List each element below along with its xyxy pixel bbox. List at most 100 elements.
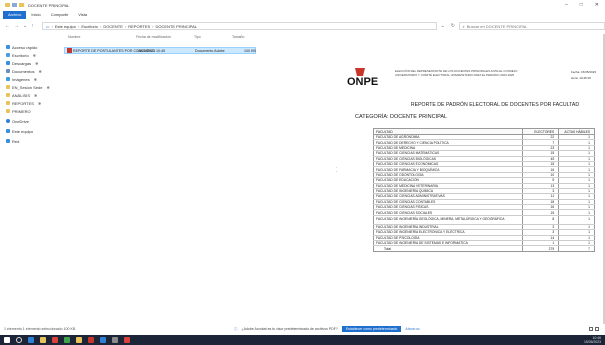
quick-access-toolbar	[5, 3, 24, 7]
search-taskbar-icon[interactable]	[16, 337, 22, 343]
breadcrumb-docente[interactable]: DOCENTE	[103, 24, 123, 29]
sidebar-item-documentos[interactable]: Documentos ✱	[6, 68, 42, 74]
nav-buttons: ← → ⌄ ↑	[0, 23, 34, 29]
taskbar-app-icon[interactable]	[100, 337, 106, 343]
folder-icon	[6, 101, 10, 105]
address-tools: ⌄ ↻	[437, 23, 458, 29]
notification-text: ¿Adobe Acrobat es tu visor predeterminad…	[241, 327, 338, 331]
taskbar-app-icon[interactable]	[64, 337, 70, 343]
tab-vista[interactable]: Vista	[73, 11, 92, 19]
pin-icon[interactable]: ✱	[34, 93, 37, 98]
view-toggle	[589, 327, 599, 331]
breadcrumb-este-equipo[interactable]: Este equipo	[55, 24, 76, 29]
sidebar-item-onedrive[interactable]: OneDrive	[6, 118, 29, 124]
folder-icon[interactable]	[5, 3, 10, 7]
not-now-link[interactable]: Ahora no	[405, 327, 419, 331]
download-icon	[6, 61, 10, 65]
navigation-pane: Acceso rápido Escritorio ✱ Descargas ✱ D…	[0, 34, 62, 324]
search-placeholder: Buscar en DOCENTE PRINCIPAL	[466, 23, 528, 29]
taskbar-app-icon[interactable]	[88, 337, 94, 343]
sidebar-item-acceso-rapido[interactable]: Acceso rápido	[6, 44, 37, 50]
pin-icon[interactable]: ✱	[38, 69, 41, 74]
pin-icon[interactable]: ✱	[35, 61, 38, 66]
search-input[interactable]: ⌕ Buscar en DOCENTE PRINCIPAL	[458, 22, 605, 30]
refresh-icon[interactable]: ↻	[451, 23, 455, 29]
breadcrumb-escritorio[interactable]: Escritorio	[81, 24, 98, 29]
sidebar-item-label: Este equipo	[12, 128, 34, 134]
sidebar-item-label: Red	[12, 138, 20, 144]
image-icon	[6, 77, 10, 81]
sidebar-item-descargas[interactable]: Descargas ✱	[6, 60, 38, 66]
sidebar-item-label: Descargas	[12, 60, 32, 66]
column-header-fecha[interactable]: Fecha de modificación	[136, 35, 171, 41]
sidebar-item-escritorio[interactable]: Escritorio ✱	[6, 52, 36, 58]
tab-archivo[interactable]: Archivo	[3, 11, 27, 19]
report-title: REPORTE DE PADRÓN ELECTORAL DE DOCENTES …	[410, 102, 580, 108]
sidebar-item-label: ANÁLISIS	[12, 92, 31, 98]
sidebar-item-label: OneDrive	[12, 118, 29, 124]
tab-inicio[interactable]: Inicio	[26, 11, 45, 19]
column-header-tipo[interactable]: Tipo	[194, 35, 201, 41]
sidebar-item-imagenes[interactable]: Imágenes ✱	[6, 76, 37, 82]
table-row: FACULTAD DE INGENIERÍA GEOLÓGICA, MINERA…	[372, 215, 595, 225]
default-pdf-notification: ⓘ ¿Adobe Acrobat es tu visor predetermin…	[234, 326, 420, 332]
properties-icon[interactable]	[12, 3, 17, 7]
taskbar-app-icon[interactable]	[124, 337, 130, 343]
sidebar-item-primero[interactable]: PRIMERO	[6, 108, 31, 114]
column-header-nombre[interactable]: Nombre	[68, 35, 80, 41]
sidebar-item-reportes[interactable]: REPORTES ✱	[6, 100, 41, 106]
system-tray-clock[interactable]: 10:46 15/05/2023	[584, 336, 601, 344]
file-explorer-window: DOCENTE PRINCIPAL – □ ✕ Archivo Inicio C…	[0, 0, 605, 345]
taskbar-app-icon[interactable]	[112, 337, 118, 343]
recent-chevron-icon[interactable]: ⌄	[23, 23, 27, 29]
ballot-box-icon	[355, 68, 365, 76]
address-bar[interactable]: ▭ › Este equipo › Escritorio › DOCENTE ›…	[41, 22, 438, 30]
tab-compartir[interactable]: Compartir	[46, 11, 74, 19]
set-default-button[interactable]: Establecer como predeterminado	[341, 326, 402, 332]
breadcrumb-docente-principal[interactable]: DOCENTE PRINCIPAL	[156, 24, 198, 29]
file-list: Nombre Fecha de modificación Tipo Tamaño…	[62, 34, 342, 324]
column-header-tamano[interactable]: Tamaño	[232, 35, 244, 41]
close-button[interactable]: ✕	[595, 2, 599, 8]
large-icons-view-icon[interactable]	[595, 327, 599, 331]
pin-icon[interactable]: ✱	[34, 77, 37, 82]
cloud-icon	[6, 119, 10, 123]
report-table: FACULTAD ELECTORES ACTAS HÁBILES FACULTA…	[372, 128, 595, 252]
start-icon[interactable]	[4, 337, 10, 343]
pc-icon: ▭	[45, 23, 50, 29]
search-icon: ⌕	[462, 23, 465, 29]
faculty-cell: FACULTAD DE INGENIERÍA GEOLÓGICA, MINERA…	[372, 215, 524, 225]
sidebar-item-en-sesion-sede[interactable]: EN_Sesión Sede ✱	[6, 84, 50, 90]
pdf-page-preview: ONPE ELECCIÓN DEL REPRESENTANTE DE LOS D…	[345, 48, 597, 318]
taskbar-app-icon[interactable]	[40, 337, 46, 343]
sidebar-item-red[interactable]: Red	[6, 138, 19, 144]
electores-cell: 8	[522, 215, 560, 225]
sidebar-item-label: PRIMERO	[12, 108, 31, 114]
pin-icon[interactable]: ✱	[46, 85, 49, 90]
sidebar-item-analisis[interactable]: ANÁLISIS ✱	[6, 92, 37, 98]
dropdown-chevron-icon[interactable]: ⌄	[441, 23, 445, 29]
breadcrumb-reportes[interactable]: REPORTES	[128, 24, 150, 29]
file-date: 15/05/2023 10:45	[137, 48, 165, 53]
network-icon	[6, 139, 10, 143]
new-folder-icon[interactable]	[19, 3, 24, 7]
taskbar-app-icon[interactable]	[52, 337, 58, 343]
details-view-icon[interactable]	[589, 327, 593, 331]
total-cell: 279	[522, 245, 560, 252]
file-row[interactable]: REPORTE DE POSTULANTES POR CONCURSO 15/0…	[64, 47, 256, 54]
maximize-button[interactable]: □	[580, 2, 583, 8]
forward-arrow-icon[interactable]: →	[14, 23, 19, 29]
total-cell: 7	[558, 245, 595, 252]
pin-icon[interactable]: ✱	[33, 53, 36, 58]
info-icon: ⓘ	[234, 326, 238, 331]
sidebar-item-label: REPORTES	[12, 100, 34, 106]
preview-pane: ONPE ELECCIÓN DEL REPRESENTANTE DE LOS D…	[337, 34, 605, 324]
onpe-logo: ONPE	[347, 68, 378, 88]
pin-icon[interactable]: ✱	[38, 101, 41, 106]
back-arrow-icon[interactable]: ←	[5, 23, 10, 29]
up-arrow-icon[interactable]: ↑	[31, 23, 34, 29]
taskbar-app-icon[interactable]	[28, 337, 34, 343]
minimize-button[interactable]: –	[565, 2, 568, 8]
sidebar-item-este-equipo[interactable]: Este equipo	[6, 128, 33, 134]
taskbar-app-icon[interactable]	[76, 337, 82, 343]
